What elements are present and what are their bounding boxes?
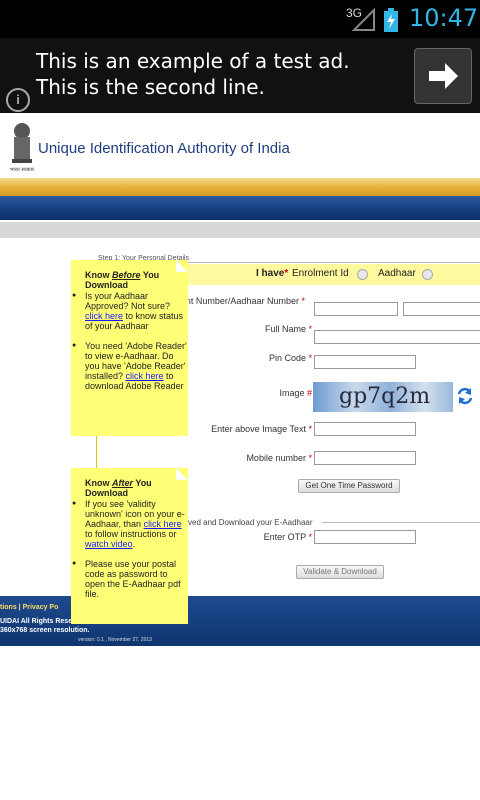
ad-text[interactable]: This is an example of a test ad. This is… [36,48,396,100]
captcha-image: gp7q2m [313,382,453,412]
emblem-logo: भारत सरकार [10,123,35,173]
tooltip-after-title: Know After You Download [85,478,152,498]
datetime-input[interactable] [403,302,480,316]
adobe-reader-link[interactable]: click here [126,371,164,381]
step2-label: ved and Download your E-Aadhaar [188,518,313,527]
step1-rule [186,262,480,263]
pin-code-input[interactable] [314,355,416,369]
otp-input[interactable] [314,530,416,544]
get-otp-button[interactable]: Get One Time Password [298,479,400,493]
logo-caption: भारत सरकार [10,167,35,173]
arrow-right-icon [429,63,458,89]
footer-resolution: 360x768 screen resolution. [0,627,90,634]
mobile-label: Mobile number [246,453,306,463]
enrolment-number-input[interactable] [314,302,398,316]
id-type-row: I have* Enrolment Id Aadhaar [186,264,480,285]
ad-banner[interactable]: This is an example of a test ad. This is… [0,38,480,113]
tooltip-before-title: Know Before You Download [85,270,160,290]
enrolment-option-label: Enrolment Id [292,268,349,279]
step2-rule [322,522,480,523]
nav-band [0,196,480,220]
watch-video-link[interactable]: watch video [85,539,133,549]
ad-open-button[interactable] [414,48,472,104]
footer-rights: UIDAI All Rights Rese [0,618,73,625]
captcha-input[interactable] [314,422,416,436]
tooltip-corner [176,468,188,480]
enrolment-radio[interactable] [357,269,368,280]
tooltip-after-item-2: Please use your postal code as password … [71,559,188,599]
ad-info-icon[interactable]: i [6,88,30,112]
full-name-label: Full Name [264,324,306,334]
image-label: Image [279,388,305,398]
aadhaar-radio[interactable] [422,269,433,280]
mobile-input[interactable] [314,451,416,465]
full-name-input[interactable] [314,330,480,344]
battery-charging-icon [384,8,398,32]
refresh-icon[interactable] [456,386,474,406]
pin-code-label: Pin Code [268,353,306,363]
org-title: Unique Identification Authority of India [38,140,290,157]
gray-band [0,222,480,238]
status-bar: 3G 10:47 [0,0,480,38]
tooltip-after-item-1: If you see 'validity unknown' icon on yo… [71,499,188,549]
tooltip-before-item-1: Is your Aadhaar Approved? Not sure? clic… [71,291,188,331]
signal-icon [352,8,375,31]
number-label: nt Number/Aadhaar Number [185,296,299,306]
tooltip-corner [176,260,188,272]
tooltip-connector [96,436,97,468]
enter-image-text-label: Enter above Image Text [211,424,306,434]
aadhaar-status-link[interactable]: click here [85,311,123,321]
footer-links[interactable]: tions | Privacy Po [0,604,58,611]
footer-version: version: 0.1 , November 27, 2013 [78,637,152,643]
otp-label: Enter OTP [263,532,306,542]
captcha-text: gp7q2m [339,384,431,409]
tooltip-before-download: Know Before You Download Is your Aadhaar… [71,260,188,436]
validate-download-button[interactable]: Validate & Download [296,565,384,579]
site-header: भारत सरकार Unique Identification Authori… [0,113,480,178]
instructions-link[interactable]: click here [144,519,182,529]
tooltip-before-item-2: You need 'Adobe Reader' to view e-Aadhaa… [71,341,188,391]
i-have-label: I have [256,268,285,279]
clock: 10:47 [409,4,479,32]
gold-band [0,178,480,196]
aadhaar-option-label: Aadhaar [378,268,416,279]
tooltip-after-download: Know After You Download If you see 'vali… [71,468,188,624]
